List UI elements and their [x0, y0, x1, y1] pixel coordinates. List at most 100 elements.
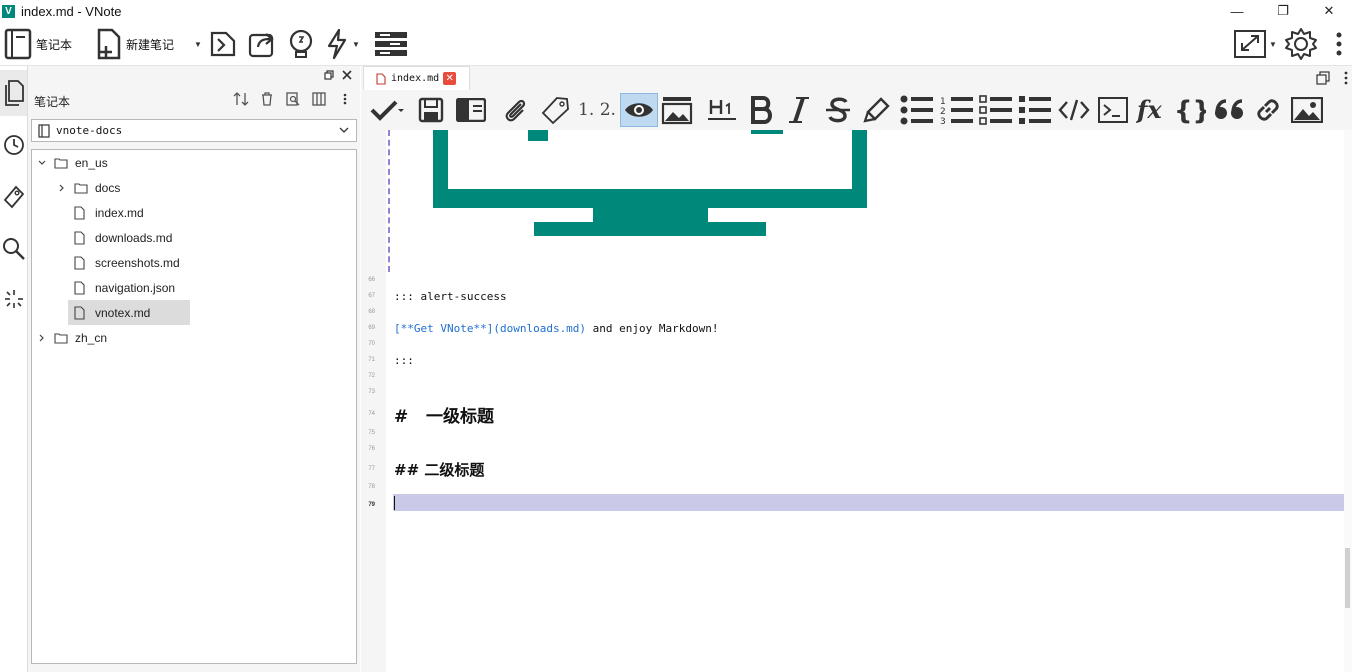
attachment-button[interactable] — [497, 93, 533, 127]
paperclip-icon — [505, 99, 526, 122]
chevron-right-icon[interactable] — [56, 183, 68, 193]
recycle-bin-button[interactable] — [258, 90, 276, 108]
chevron-down-icon[interactable]: ▼ — [194, 40, 202, 49]
outline-toggle-button[interactable] — [453, 93, 489, 127]
trash-icon — [262, 92, 272, 106]
current-line-highlight — [393, 494, 1345, 511]
chevron-down-icon[interactable]: ▼ — [1269, 40, 1277, 49]
inline-code-button[interactable] — [1056, 93, 1092, 127]
markdown-link[interactable]: [**Get VNote**](downloads.md) — [394, 322, 586, 335]
new-note-button[interactable]: 新建笔记 ▼ — [96, 26, 202, 62]
quote-button[interactable] — [1211, 93, 1247, 127]
function-icon: fx — [1136, 96, 1162, 124]
activity-snippets[interactable] — [0, 276, 27, 322]
math-block-button[interactable]: {} — [1172, 93, 1208, 127]
tree-item-label: downloads.md — [95, 230, 173, 245]
markdown-editor[interactable]: 66 67 68 69 70 71 72 73 74 75 76 77 78 7… — [361, 130, 1352, 672]
image-preview-marker — [388, 130, 390, 272]
strikethrough-button[interactable] — [820, 93, 856, 127]
tree-item-label: index.md — [95, 205, 144, 220]
view-mode-button[interactable] — [310, 90, 328, 108]
scrollbar-thumb[interactable] — [1345, 548, 1350, 608]
expand-button[interactable]: ▼ — [1234, 26, 1277, 62]
tag-icon — [3, 185, 24, 209]
line-number: 66 — [368, 277, 375, 283]
more-vertical-icon — [343, 93, 347, 105]
quick-access-button[interactable]: ▼ — [325, 26, 360, 62]
todo-list-button[interactable] — [978, 93, 1014, 127]
link-button[interactable] — [1250, 93, 1286, 127]
tree-item-index-md[interactable]: index.md — [68, 200, 144, 225]
svg-text:{}: {} — [1174, 96, 1206, 124]
notebook-button[interactable]: 笔记本 — [4, 26, 72, 62]
chevron-down-icon[interactable]: ▼ — [352, 40, 360, 49]
activity-search[interactable] — [0, 226, 27, 272]
notebook-selector[interactable]: vnote-docs — [31, 119, 357, 142]
tree-item-docs[interactable]: docs — [56, 175, 120, 200]
files-icon — [4, 80, 24, 106]
file-icon — [74, 205, 88, 220]
panel-icon — [456, 98, 486, 122]
lightbulb-icon — [289, 29, 313, 58]
search-notebook-button[interactable] — [284, 90, 302, 108]
tree-item-navigation-json[interactable]: navigation.json — [68, 275, 175, 300]
file-icon — [74, 305, 88, 320]
tree-item-en-us[interactable]: en_us — [36, 150, 108, 175]
chevron-right-icon[interactable] — [36, 333, 48, 343]
settings-button[interactable] — [1284, 26, 1318, 62]
bold-icon — [751, 96, 772, 124]
tips-button[interactable] — [286, 26, 316, 62]
sort-button[interactable] — [232, 90, 250, 108]
preview-toggle-button[interactable] — [620, 93, 658, 127]
activity-tags[interactable] — [0, 174, 27, 220]
bullet-list-button[interactable] — [899, 93, 935, 127]
line-number: 74 — [368, 411, 375, 417]
import-icon — [210, 31, 236, 57]
minimize-button[interactable]: — — [1214, 0, 1260, 22]
code-line-link: [**Get VNote**](downloads.md) and enjoy … — [394, 322, 719, 335]
more-options-button[interactable] — [1333, 26, 1345, 62]
tree-item-label: vnotex.md — [95, 305, 151, 320]
export-button[interactable] — [247, 26, 277, 62]
image-preview-button[interactable] — [659, 93, 695, 127]
import-button[interactable] — [208, 26, 238, 62]
numbered-list-button[interactable]: 123 — [939, 93, 975, 127]
more-vertical-icon[interactable] — [1344, 71, 1348, 85]
editor-scrollbar[interactable] — [1344, 130, 1352, 672]
activity-history[interactable] — [0, 122, 27, 168]
tab-close-icon[interactable]: ✕ — [443, 72, 457, 85]
insert-image-button[interactable] — [1289, 93, 1325, 127]
restore-button[interactable]: ❐ — [1260, 0, 1306, 22]
line-number: 77 — [368, 466, 375, 472]
close-panel-icon[interactable] — [342, 70, 352, 80]
italic-button[interactable] — [781, 93, 817, 127]
link-trailing-text: and enjoy Markdown! — [586, 322, 719, 335]
tree-item-zh-cn[interactable]: zh_cn — [36, 325, 107, 350]
bold-button[interactable] — [743, 93, 779, 127]
save-button[interactable] — [413, 93, 449, 127]
highlight-button[interactable] — [859, 93, 895, 127]
tree-item-vnotex-md[interactable]: vnotex.md — [68, 300, 190, 325]
section-number-button[interactable]: 1. 2. — [577, 93, 617, 127]
title-bar: V index.md - VNote — ❐ ✕ — [0, 0, 1352, 22]
read-mode-button[interactable] — [363, 93, 411, 127]
line-number: 75 — [368, 430, 375, 436]
heading-2-line: ## 二级标题 — [394, 461, 485, 479]
code-block-button[interactable] — [1095, 93, 1131, 127]
math-button[interactable]: fx — [1134, 93, 1170, 127]
heading-button[interactable] — [704, 93, 740, 127]
tree-item-downloads-md[interactable]: downloads.md — [68, 225, 172, 250]
notebook-menu-button[interactable] — [336, 90, 354, 108]
tab-index-md[interactable]: index.md ✕ — [363, 66, 470, 90]
tree-item-screenshots-md[interactable]: screenshots.md — [68, 250, 180, 275]
split-window-icon[interactable] — [1316, 71, 1330, 85]
tag-button[interactable] — [537, 93, 573, 127]
editor-content[interactable]: ::: alert-success [**Get VNote**](downlo… — [386, 130, 1352, 672]
menu-button[interactable] — [374, 26, 408, 62]
checked-todo-list-button[interactable] — [1017, 93, 1053, 127]
activity-notebook[interactable] — [0, 70, 27, 116]
close-window-button[interactable]: ✕ — [1306, 0, 1352, 22]
chevron-down-icon[interactable] — [36, 158, 48, 168]
float-panel-icon[interactable] — [324, 70, 334, 80]
tab-label: index.md — [391, 73, 440, 84]
